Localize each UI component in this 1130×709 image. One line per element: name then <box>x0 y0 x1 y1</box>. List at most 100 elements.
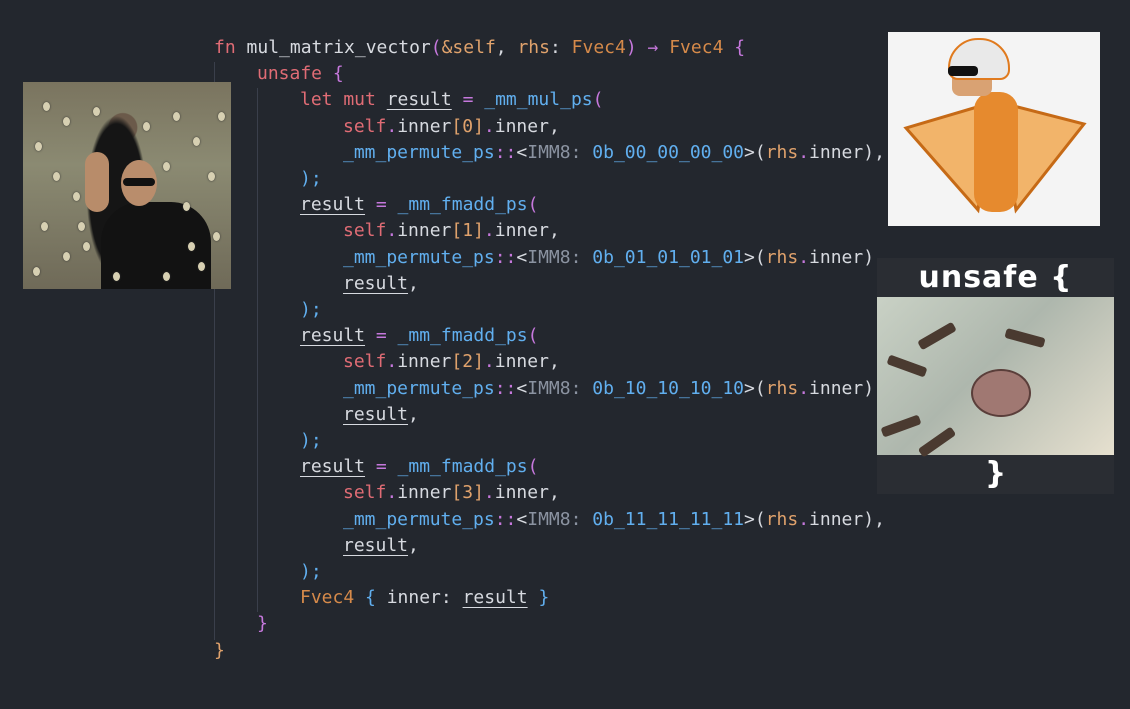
code-line[interactable]: self.inner[2].inner, <box>343 349 560 375</box>
code-token: , <box>408 534 419 556</box>
code-token: 0b_00_00_00_00 <box>592 141 744 163</box>
code-token: _mm_permute_ps <box>343 377 495 399</box>
code-line[interactable]: } <box>257 611 268 637</box>
code-token: ); <box>300 299 322 320</box>
code-token: unsafe <box>257 63 333 85</box>
code-token: < <box>516 377 528 399</box>
neo-sunglasses <box>123 178 155 186</box>
code-token: } <box>527 587 550 609</box>
code-line[interactable]: self.inner[3].inner, <box>343 480 560 506</box>
code-line[interactable]: _mm_permute_ps::<IMM8: 0b_01_01_01_01>(r… <box>343 245 885 271</box>
bullet-shape <box>173 112 180 121</box>
code-token: . <box>798 377 810 399</box>
code-line[interactable]: unsafe { <box>257 61 344 87</box>
code-token: rhs <box>765 377 799 399</box>
code-token: >( <box>744 377 766 399</box>
code-line[interactable]: fn mul_matrix_vector(&self, rhs: Fvec4) … <box>214 35 745 61</box>
code-token: inner <box>809 377 864 399</box>
gun-shape <box>1004 327 1046 349</box>
bullet-shape <box>163 162 170 171</box>
code-line[interactable]: result, <box>343 533 419 559</box>
code-token: { <box>723 37 746 58</box>
code-line[interactable]: Fvec4 { inner: result } <box>300 585 549 611</box>
code-line[interactable]: ); <box>300 166 322 192</box>
code-line[interactable]: self.inner[1].inner, <box>343 218 560 244</box>
code-token: . <box>798 141 810 163</box>
bullet-shape <box>113 272 120 281</box>
bullet-shape <box>41 222 48 231</box>
unsafe-crab-meme: unsafe { } <box>877 258 1114 494</box>
code-line[interactable]: result = _mm_fmadd_ps( <box>300 323 538 349</box>
bullet-shape <box>213 232 220 241</box>
code-line[interactable]: _mm_permute_ps::<IMM8: 0b_10_10_10_10>(r… <box>343 376 885 402</box>
code-line[interactable]: } <box>214 638 225 664</box>
vector-wingsuit-image <box>888 32 1100 226</box>
code-token: self <box>343 115 387 137</box>
code-line[interactable]: ); <box>300 559 322 585</box>
code-token: mul_matrix_vector <box>246 37 431 58</box>
code-token: _mm_permute_ps <box>343 141 495 163</box>
code-token: ( <box>430 37 442 58</box>
code-token: rhs <box>765 246 799 268</box>
bullet-shape <box>193 137 200 146</box>
bullet-shape <box>188 242 195 251</box>
neo-raised-hand <box>85 152 109 212</box>
code-line[interactable]: ); <box>300 428 322 454</box>
code-token: >( <box>744 508 766 530</box>
bullet-shape <box>53 172 60 181</box>
code-token: ( <box>527 325 539 347</box>
bullet-shape <box>63 252 70 261</box>
bullet-shape <box>93 107 100 116</box>
code-token: &self <box>441 37 496 58</box>
vector-glasses <box>948 66 978 76</box>
code-line[interactable]: let mut result = _mm_mul_ps( <box>300 87 603 113</box>
code-token: _mm_permute_ps <box>343 508 495 530</box>
code-token: ); <box>300 430 322 451</box>
code-line[interactable]: _mm_permute_ps::<IMM8: 0b_11_11_11_11>(r… <box>343 507 885 533</box>
code-line[interactable]: result, <box>343 402 419 428</box>
code-token: } <box>257 613 268 635</box>
code-token: : <box>549 37 572 58</box>
code-token: inner <box>397 482 452 504</box>
code-line[interactable]: self.inner[0].inner, <box>343 114 560 140</box>
code-token: IMM8: <box>527 141 593 163</box>
code-token: result <box>462 587 528 609</box>
code-token: 0b_01_01_01_01 <box>592 246 744 268</box>
bullet-shape <box>198 262 205 271</box>
code-line[interactable]: _mm_permute_ps::<IMM8: 0b_00_00_00_00>(r… <box>343 140 885 166</box>
code-line[interactable]: result = _mm_fmadd_ps( <box>300 192 538 218</box>
code-token: :: <box>494 377 517 399</box>
code-token: :: <box>494 508 517 530</box>
code-token: = <box>365 325 398 347</box>
code-token: [3] <box>451 482 484 504</box>
bullet-shape <box>33 267 40 276</box>
code-token: [0] <box>451 115 484 137</box>
code-token: rhs <box>517 37 550 58</box>
code-token: result <box>300 325 366 347</box>
meme-caption-bottom: } <box>984 456 1007 491</box>
neo-stopping-bullets-image <box>23 82 231 289</box>
code-token: : <box>440 587 463 609</box>
code-token: :: <box>494 141 517 163</box>
code-token: inner <box>494 351 549 373</box>
code-token: rhs <box>765 141 799 163</box>
code-token: IMM8: <box>527 508 593 530</box>
code-token: inner <box>494 220 549 242</box>
code-line[interactable]: ); <box>300 297 322 323</box>
code-token: . <box>483 482 495 504</box>
gun-shape <box>917 321 957 351</box>
code-token: Fvec4 <box>669 37 724 58</box>
code-token: ( <box>592 89 604 111</box>
gun-shape <box>880 414 922 438</box>
code-token: result <box>343 534 409 556</box>
code-token: . <box>798 508 810 530</box>
bullet-shape <box>208 172 215 181</box>
code-token: _mm_fmadd_ps <box>397 325 528 347</box>
code-token: { <box>332 63 344 85</box>
code-token: result <box>386 89 452 111</box>
code-token: Fvec4 <box>571 37 626 58</box>
code-line[interactable]: result = _mm_fmadd_ps( <box>300 454 538 480</box>
code-token: self <box>343 482 387 504</box>
bullet-shape <box>163 272 170 281</box>
code-line[interactable]: result, <box>343 271 419 297</box>
